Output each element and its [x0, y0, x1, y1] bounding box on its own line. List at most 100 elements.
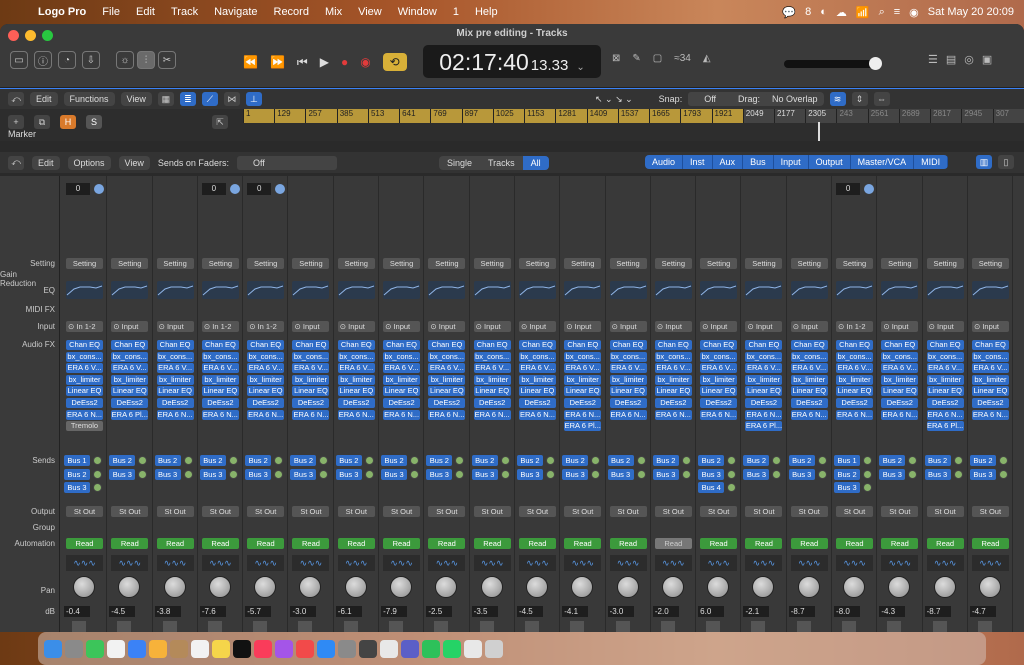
ruler-bar[interactable]: 1: [243, 109, 275, 123]
cycle-icon[interactable]: ⟲: [382, 53, 407, 71]
notes-icon[interactable]: [212, 639, 230, 658]
send-slot[interactable]: Bus 2: [969, 455, 996, 466]
audio-fx-slot[interactable]: ERA 6 V...: [700, 363, 738, 374]
pan-knob[interactable]: [480, 576, 503, 598]
menu-file[interactable]: File: [94, 6, 128, 18]
audio-fx-slot[interactable]: bx_limiter: [337, 374, 375, 385]
setting-button[interactable]: Setting: [473, 258, 511, 269]
db-value[interactable]: -3.8: [154, 606, 181, 617]
pan-knob[interactable]: [525, 576, 548, 598]
setting-button[interactable]: Setting: [156, 258, 194, 269]
audio-fx-slot[interactable]: DeEss2: [156, 398, 194, 408]
wide-strips-icon[interactable]: ▥: [976, 155, 992, 169]
setting-button[interactable]: Setting: [428, 258, 466, 269]
notepad-icon[interactable]: ▤: [946, 53, 956, 66]
audio-fx-slot[interactable]: ERA 6 N...: [66, 409, 103, 420]
volume-fader[interactable]: [977, 621, 992, 632]
output-slot[interactable]: St Out: [247, 506, 285, 517]
add-track-icon[interactable]: +: [8, 115, 24, 129]
browsers-icon[interactable]: ▣: [982, 53, 992, 66]
send-level-knob[interactable]: [274, 456, 284, 465]
audio-fx-slot[interactable]: DeEss2: [971, 398, 1009, 408]
audio-fx-slot[interactable]: Chan EQ: [201, 340, 239, 350]
audio-fx-slot[interactable]: bx_cons...: [700, 351, 738, 362]
audio-fx-slot[interactable]: DeEss2: [111, 398, 149, 408]
audio-fx-slot[interactable]: bx_cons...: [428, 351, 466, 362]
audio-fx-slot[interactable]: Linear EQ: [881, 386, 919, 397]
rewind-icon[interactable]: ⏪: [243, 55, 258, 69]
audio-fx-slot[interactable]: ERA 6 V...: [156, 363, 194, 374]
audio-fx-slot[interactable]: DeEss2: [881, 398, 919, 408]
eq-thumbnail[interactable]: [201, 281, 239, 299]
mixer-back-icon[interactable]: ⤺: [8, 155, 24, 170]
replace-icon[interactable]: ⊠: [612, 53, 620, 64]
control-center-icon[interactable]: ≡: [894, 6, 900, 18]
pan-knob[interactable]: [208, 576, 231, 598]
audio-fx-slot[interactable]: Chan EQ: [156, 340, 194, 350]
filter-inst[interactable]: Inst: [683, 155, 713, 169]
send-slot[interactable]: Bus 3: [788, 468, 815, 480]
input-slot[interactable]: ⊙ Input: [564, 321, 602, 332]
ruler-bar[interactable]: 1921: [711, 109, 743, 123]
send-level-knob[interactable]: [93, 483, 102, 492]
send-level-knob[interactable]: [410, 469, 420, 479]
audio-fx-slot[interactable]: DeEss2: [564, 398, 602, 408]
send-level-knob[interactable]: [681, 469, 691, 479]
input-slot[interactable]: ⊙ Input: [518, 321, 556, 332]
db-value[interactable]: -5.7: [245, 606, 272, 617]
setting-button[interactable]: Setting: [971, 258, 1009, 269]
audio-fx-slot[interactable]: Chan EQ: [564, 340, 602, 350]
send-level-knob[interactable]: [636, 456, 646, 465]
output-slot[interactable]: St Out: [700, 506, 738, 517]
send-level-knob[interactable]: [591, 469, 601, 479]
mode-single[interactable]: Single: [439, 156, 480, 170]
audio-fx-slot[interactable]: ERA 6 V...: [247, 363, 285, 374]
db-value[interactable]: -8.7: [788, 606, 815, 617]
audio-fx-slot[interactable]: DeEss2: [428, 398, 466, 408]
hide-button[interactable]: H: [60, 115, 76, 129]
list-editors-icon[interactable]: ☰: [928, 53, 938, 66]
eq-thumbnail[interactable]: [66, 281, 103, 299]
volume-fader[interactable]: [660, 621, 675, 632]
audio-fx-slot[interactable]: bx_limiter: [156, 374, 194, 385]
send-slot[interactable]: Bus 1: [64, 455, 90, 466]
eq-thumbnail[interactable]: [654, 281, 692, 299]
audio-fx-slot[interactable]: DeEss2: [292, 398, 330, 408]
db-value[interactable]: -2.5: [426, 606, 453, 617]
audio-fx-slot[interactable]: Chan EQ: [518, 340, 556, 350]
audio-fx-slot[interactable]: ERA 6 N...: [609, 409, 647, 420]
audio-fx-slot[interactable]: Chan EQ: [428, 340, 466, 350]
db-value[interactable]: -2.0: [652, 606, 679, 617]
toolbar-icon[interactable]: ⇩: [82, 51, 100, 69]
catch-icon[interactable]: ⊥: [245, 92, 262, 106]
tracks-edit-menu[interactable]: Edit: [30, 92, 58, 106]
eq-thumbnail[interactable]: [700, 281, 738, 299]
ruler-bar[interactable]: 1409: [586, 109, 618, 123]
output-slot[interactable]: St Out: [66, 506, 103, 517]
output-slot[interactable]: St Out: [337, 506, 375, 517]
input-slot[interactable]: ⊙ Input: [383, 321, 421, 332]
flex-icon[interactable]: ⋈: [223, 92, 240, 106]
db-value[interactable]: -8.0: [834, 606, 861, 617]
send-level-knob[interactable]: [817, 469, 827, 479]
input-slot[interactable]: ⊙ Input: [428, 321, 466, 332]
automation-mode[interactable]: Read: [201, 538, 239, 549]
setting-button[interactable]: Setting: [881, 258, 919, 269]
search-icon[interactable]: ⌕: [879, 6, 885, 19]
audio-fx-slot[interactable]: bx_limiter: [700, 374, 738, 385]
send-slot[interactable]: Bus 4: [698, 482, 725, 493]
db-value[interactable]: -0.4: [64, 606, 90, 617]
send-level-knob[interactable]: [998, 456, 1008, 465]
audio-fx-slot[interactable]: ERA 6 V...: [609, 363, 647, 374]
audio-fx-slot[interactable]: DeEss2: [201, 398, 239, 408]
send-level-knob[interactable]: [727, 469, 737, 479]
input-slot[interactable]: ⊙ Input: [473, 321, 511, 332]
send-level-knob[interactable]: [455, 456, 465, 465]
audio-fx-slot[interactable]: Chan EQ: [926, 340, 964, 350]
volume-fader[interactable]: [389, 621, 404, 632]
audio-fx-slot[interactable]: ERA 6 V...: [337, 363, 375, 374]
audio-fx-slot[interactable]: bx_cons...: [745, 351, 783, 362]
input-slot[interactable]: ⊙ Input: [971, 321, 1009, 332]
mode-all[interactable]: All: [522, 155, 549, 170]
send-slot[interactable]: Bus 3: [426, 468, 453, 480]
